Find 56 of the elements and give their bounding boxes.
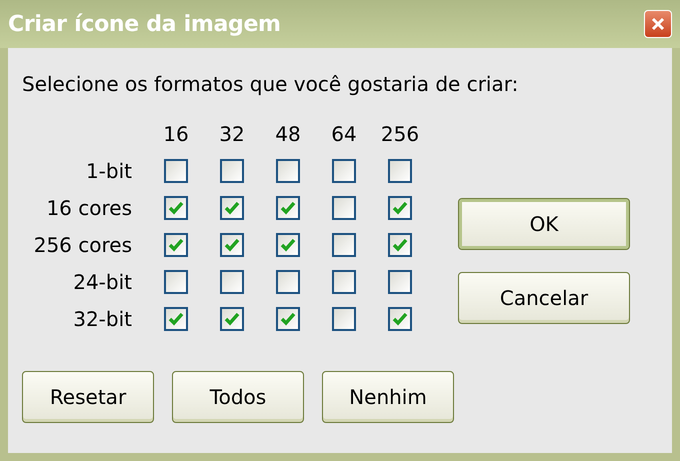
column-header: 64 [331,122,357,146]
dialog-button[interactable]: OK [458,198,630,250]
checkbox[interactable] [220,158,244,182]
row-label: 32-bit [73,306,133,330]
checkmark-icon [280,238,296,252]
checkmark-icon [224,200,240,214]
checkbox[interactable] [332,306,356,330]
checkbox[interactable] [276,270,300,294]
checkmark-icon [224,238,240,252]
dialog-button[interactable]: Nenhim [322,371,454,423]
checkbox[interactable] [164,158,188,182]
dialog-button[interactable]: Todos [172,371,304,423]
checkmark-icon [392,312,408,326]
checkbox[interactable] [332,270,356,294]
checkmark-icon [168,238,184,252]
column-header: 16 [163,122,189,146]
column-header: 32 [219,122,245,146]
close-button[interactable] [644,10,672,38]
checkbox[interactable] [276,232,300,256]
row-label: 1-bit [86,158,133,182]
dialog-button[interactable]: Resetar [22,371,154,423]
checkbox[interactable] [388,232,412,256]
checkbox[interactable] [276,158,300,182]
checkbox[interactable] [220,270,244,294]
row-label: 16 cores [46,196,133,220]
checkbox[interactable] [164,196,188,220]
checkbox[interactable] [332,232,356,256]
checkbox[interactable] [388,158,412,182]
checkmark-icon [392,238,408,252]
column-header: 256 [380,122,420,146]
checkbox[interactable] [388,196,412,220]
checkbox[interactable] [332,158,356,182]
checkbox[interactable] [276,306,300,330]
checkbox[interactable] [164,306,188,330]
checkmark-icon [168,200,184,214]
checkmark-icon [280,312,296,326]
checkbox[interactable] [276,196,300,220]
instruction-text: Selecione os formatos que você gostaria de criar: [22,72,520,96]
checkbox[interactable] [220,232,244,256]
row-label: 24-bit [73,270,133,294]
checkbox[interactable] [220,306,244,330]
column-header: 48 [275,122,301,146]
dialog-button[interactable]: Cancelar [458,272,630,324]
checkbox[interactable] [388,270,412,294]
checkbox[interactable] [164,270,188,294]
checkmark-icon [224,312,240,326]
checkbox[interactable] [332,196,356,220]
window-title: Criar ícone da imagem [8,12,281,36]
row-label: 256 cores [34,232,133,256]
checkmark-icon [392,200,408,214]
checkmark-icon [280,200,296,214]
checkmark-icon [168,312,184,326]
close-icon [650,16,666,32]
checkbox[interactable] [388,306,412,330]
checkbox[interactable] [220,196,244,220]
checkbox[interactable] [164,232,188,256]
